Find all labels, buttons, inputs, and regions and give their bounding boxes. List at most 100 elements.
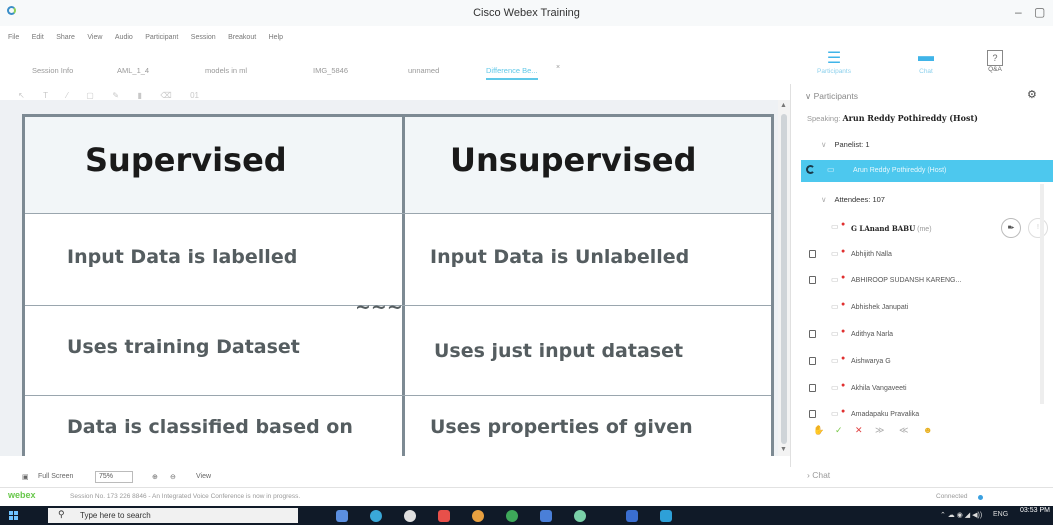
zoom-out-icon[interactable]: ⊖ <box>170 473 176 481</box>
menu-session[interactable]: Session <box>191 34 216 41</box>
device-icon <box>809 357 816 365</box>
participants-header[interactable]: ∨ Participants <box>805 91 858 102</box>
tray-icons[interactable]: ⌃ ☁ ◉ ◢ ◀)) <box>940 511 982 519</box>
chat-tool[interactable]: ▬ Chat <box>901 48 951 75</box>
device-icon <box>809 384 816 392</box>
tab-img[interactable]: IMG_5846 <box>313 66 348 75</box>
highlighter-icon[interactable]: ▮ <box>137 91 141 100</box>
participant-name: Aishwarya G <box>851 358 891 365</box>
chat-icon: ▭ <box>831 249 839 258</box>
cell-text: Data is classified based on <box>67 416 353 438</box>
participants-tool[interactable]: ☰ Participants <box>809 48 859 75</box>
taskbar-search[interactable]: ⚲ Type here to search <box>48 508 298 523</box>
cell-text: Uses properties of given <box>430 416 693 438</box>
windows-taskbar: ⚲ Type here to search ⌃ ☁ ◉ ◢ ◀)) ENG 03… <box>0 506 1053 525</box>
go-faster-icon[interactable]: ≫ <box>875 425 884 436</box>
zoom-select[interactable]: 75% <box>95 471 133 483</box>
tab-difference[interactable]: Difference Be... <box>486 66 538 80</box>
line-icon[interactable]: ⁄ <box>67 91 68 100</box>
attendees-group[interactable]: ∨ Attendees: 107 <box>821 195 885 204</box>
language-indicator[interactable]: ENG <box>993 511 1008 518</box>
raise-hand-button[interactable]: ! <box>1028 218 1048 238</box>
windows-start-icon[interactable] <box>9 511 19 521</box>
participant-name: Adithya Narla <box>851 331 894 338</box>
menu-participant[interactable]: Participant <box>145 34 178 41</box>
eraser-icon[interactable]: ⌫ <box>160 91 171 100</box>
chat-icon: ▭ <box>831 409 839 418</box>
taskbar-app-icon[interactable] <box>660 510 672 522</box>
me-name: G LAnand BABU <box>851 224 916 233</box>
participant-name: Amadapaku Pravalika <box>851 411 920 418</box>
taskbar-app-icon[interactable] <box>574 510 586 522</box>
full-screen-icon[interactable]: ▣ <box>22 473 29 481</box>
yes-icon[interactable]: ✓ <box>835 425 843 436</box>
device-icon <box>809 330 816 338</box>
menu-edit[interactable]: Edit <box>32 34 44 41</box>
list-item[interactable]: ▭ ● Abhijith Nalla <box>801 247 1053 265</box>
taskbar-clock[interactable]: 03:53 PM <box>1020 507 1050 514</box>
qa-tool[interactable]: ? Q&A <box>970 48 1020 73</box>
go-slower-icon[interactable]: ≪ <box>899 425 908 436</box>
taskbar-app-icon[interactable] <box>540 510 552 522</box>
gear-icon[interactable]: ⚙ <box>1027 88 1037 101</box>
menu-audio[interactable]: Audio <box>115 34 133 41</box>
menu-help[interactable]: Help <box>269 34 283 41</box>
scroll-up-icon[interactable]: ▲ <box>780 102 787 109</box>
list-item[interactable]: ▭ ● Aishwarya G <box>801 354 1053 372</box>
taskbar-app-icon[interactable] <box>438 510 450 522</box>
mic-icon: ● <box>841 408 846 415</box>
session-message: Session No. 173 226 8846 - An Integrated… <box>70 493 301 500</box>
raise-hand-icon[interactable]: ✋ <box>813 425 824 436</box>
host-row[interactable]: ▭ Arun Reddy Pothireddy (Host) <box>801 160 1053 182</box>
scroll-thumb[interactable] <box>781 114 787 444</box>
tab-unnamed[interactable]: unnamed <box>408 66 439 75</box>
zoom-in-icon[interactable]: ⊕ <box>152 473 158 481</box>
scroll-down-icon[interactable]: ▼ <box>780 446 787 453</box>
mic-icon: ● <box>841 248 846 255</box>
taskbar-app-icon[interactable] <box>626 510 638 522</box>
document-tabs: Session Info AML_1_4 models in ml IMG_58… <box>0 62 790 82</box>
menu-breakout[interactable]: Breakout <box>228 34 256 41</box>
header-cell-left: Supervised <box>25 117 405 213</box>
participant-row-me[interactable]: ▭ ● G LAnand BABU (me) ■▸ ! <box>801 218 1053 238</box>
list-item[interactable]: ▭ ● Abhishek Janupati <box>801 300 1053 318</box>
pen-icon[interactable]: ✎ <box>112 91 119 100</box>
taskbar-app-icon[interactable] <box>506 510 518 522</box>
minimize-icon[interactable]: – <box>1015 5 1022 19</box>
pointer-icon[interactable]: ↖ <box>18 91 25 100</box>
menu-view[interactable]: View <box>87 34 102 41</box>
content-scrollbar[interactable]: ▲ ▼ <box>778 100 790 456</box>
text-icon[interactable]: T <box>43 91 48 100</box>
panelist-group[interactable]: ∨ Panelist: 1 <box>821 140 870 149</box>
tab-aml[interactable]: AML_1_4 <box>117 66 149 75</box>
taskbar-app-icon[interactable] <box>472 510 484 522</box>
no-icon[interactable]: ✕ <box>855 425 863 436</box>
emoticon-icon[interactable]: ☻ <box>923 425 932 435</box>
view-button[interactable]: View <box>196 473 211 480</box>
participants-scrollbar[interactable] <box>1040 184 1044 404</box>
taskbar-app-icon[interactable] <box>370 510 382 522</box>
active-speaker-icon <box>806 165 815 174</box>
list-item[interactable]: ▭ ● ABHIROOP SUDANSH KARENG... <box>801 273 1053 291</box>
tab-session-info[interactable]: Session Info <box>32 66 73 75</box>
menu-file[interactable]: File <box>8 34 19 41</box>
annotation-zoom[interactable]: 01 <box>190 91 199 100</box>
rectangle-icon[interactable]: ▢ <box>86 91 94 100</box>
taskbar-app-icon[interactable] <box>336 510 348 522</box>
table-cell: Uses training Dataset <box>25 306 405 395</box>
list-item[interactable]: ▭ ● Amadapaku Pravalika <box>801 407 1053 421</box>
close-tab-icon[interactable]: × <box>556 64 560 71</box>
tab-models-in-ml[interactable]: models in ml <box>205 66 247 75</box>
list-item[interactable]: ▭ ● Akhila Vangaveeti <box>801 381 1053 399</box>
taskbar-app-icon[interactable] <box>404 510 416 522</box>
shared-content-area: Supervised Unsupervised Input Data is la… <box>0 100 790 456</box>
menu-share[interactable]: Share <box>56 34 75 41</box>
chat-section-header[interactable]: › Chat <box>807 470 830 480</box>
chat-icon: ▭ <box>831 383 839 392</box>
table-cell: Uses properties of given <box>408 396 771 456</box>
list-item[interactable]: ▭ ● Adithya Narla <box>801 327 1053 345</box>
full-screen-button[interactable]: Full Screen <box>38 473 73 480</box>
search-placeholder: Type here to search <box>80 511 151 520</box>
video-button[interactable]: ■▸ <box>1001 218 1021 238</box>
maximize-icon[interactable]: ▢ <box>1034 5 1045 19</box>
